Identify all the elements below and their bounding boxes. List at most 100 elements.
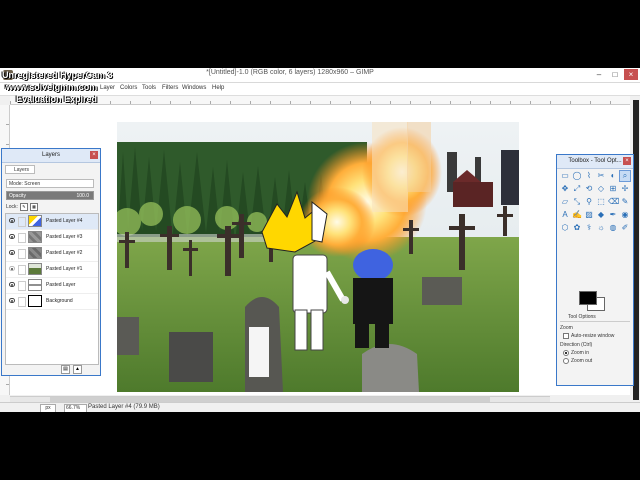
close-button[interactable]: × <box>624 69 638 80</box>
menu-windows[interactable]: Windows <box>182 85 206 91</box>
chain-icon[interactable] <box>18 249 26 259</box>
auto-resize-checkbox[interactable] <box>563 333 569 339</box>
layers-dock: Layers × Layers Mode: Screen Opacity 100… <box>1 148 101 376</box>
chain-icon[interactable] <box>18 217 26 227</box>
color-picker-tool-icon[interactable]: ⚲ <box>584 197 594 207</box>
zoom-out-radio[interactable] <box>563 358 569 364</box>
eraser-tool-icon[interactable]: ⌫ <box>608 197 619 207</box>
smudge-tool-icon[interactable]: ⚕ <box>584 223 594 233</box>
chain-icon[interactable] <box>18 233 26 243</box>
menu-help[interactable]: Help <box>212 85 224 91</box>
watermark-line-2: www.solveigmm.com <box>6 82 98 92</box>
rect-select-tool-icon[interactable]: ▭ <box>560 171 570 181</box>
tab-layers[interactable]: Layers <box>5 165 35 174</box>
layer-mode-select[interactable]: Mode: Screen <box>6 179 94 188</box>
opacity-value: 100.0 <box>76 193 89 199</box>
tab-tool-options[interactable]: Tool Options <box>560 313 630 322</box>
foreground-color-swatch[interactable] <box>579 291 597 305</box>
toolbox-close-icon[interactable]: × <box>623 157 631 165</box>
visibility-eye-icon[interactable] <box>9 282 15 287</box>
menu-tools[interactable]: Tools <box>142 85 156 91</box>
new-layer-icon[interactable]: ▤ <box>61 365 70 374</box>
blend-tool-icon[interactable]: ◆ <box>596 210 606 220</box>
paintbrush-tool-icon[interactable]: ✍ <box>572 210 582 220</box>
visibility-eye-icon[interactable] <box>9 298 15 303</box>
paths-tool-icon[interactable]: ✐ <box>620 223 630 233</box>
direction-heading: Direction (Ctrl) <box>560 342 593 348</box>
zoom-out-option[interactable]: Zoom out <box>563 358 592 364</box>
ink-tool-icon[interactable]: ✒ <box>608 210 618 220</box>
align-tool-icon[interactable]: ⊞ <box>608 184 618 194</box>
menu-layer[interactable]: Layer <box>100 85 115 91</box>
layer-row[interactable]: Pasted Layer #3 <box>6 230 98 246</box>
chain-icon[interactable] <box>18 281 26 291</box>
watermark-line-3: Evaluation Expired <box>16 94 98 104</box>
layer-row[interactable]: Pasted Layer #4 <box>6 214 98 230</box>
zoom-options-heading: Zoom <box>560 325 573 331</box>
layer-row[interactable]: Pasted Layer <box>6 278 98 294</box>
heal-tool-icon[interactable]: ✿ <box>572 223 582 233</box>
free-select-tool-icon[interactable]: ⌇ <box>584 171 594 181</box>
chain-icon[interactable] <box>18 297 26 307</box>
zoom-in-option[interactable]: Zoom in <box>563 350 589 356</box>
shear-tool-icon[interactable]: ◇ <box>596 184 606 194</box>
layer-name: Pasted Layer #1 <box>46 266 83 272</box>
toolbox-title[interactable]: Toolbox - Tool Opt... <box>557 155 633 169</box>
zoom-in-radio[interactable] <box>563 350 569 356</box>
layer-thumbnail <box>28 279 42 291</box>
visibility-eye-icon[interactable] <box>9 266 15 271</box>
chain-icon[interactable] <box>18 265 26 275</box>
scene-artwork <box>117 122 519 392</box>
opacity-slider[interactable]: Opacity 100.0 <box>6 191 94 200</box>
layers-panel-title[interactable]: Layers <box>2 149 100 163</box>
watermark-line-1: Unregistered HyperCam 3 <box>2 70 113 80</box>
lock-alpha-icon[interactable]: ▦ <box>29 203 38 211</box>
measure-tool-icon[interactable]: ⬚ <box>596 197 606 207</box>
toolbox-dock: Toolbox - Tool Opt... × ▭ ◯ ⌇ ✂ ◐ ⌕ ✥ ⤢ … <box>556 154 634 386</box>
foreground-select-tool-icon[interactable]: ◐ <box>608 171 618 181</box>
horizontal-ruler[interactable] <box>10 96 630 105</box>
visibility-eye-icon[interactable] <box>9 218 15 223</box>
layer-name: Pasted Layer #3 <box>46 234 83 240</box>
layers-close-icon[interactable]: × <box>90 151 98 159</box>
clone-tool-icon[interactable]: ⬡ <box>560 223 570 233</box>
ellipse-select-tool-icon[interactable]: ◯ <box>572 171 582 181</box>
perspective-tool-icon[interactable]: ▱ <box>560 197 570 207</box>
layer-row[interactable]: Pasted Layer #1 <box>6 262 98 278</box>
layer-name: Background <box>46 298 73 304</box>
visibility-eye-icon[interactable] <box>9 234 15 239</box>
menu-colors[interactable]: Colors <box>120 85 137 91</box>
unit-select[interactable]: px <box>40 404 56 412</box>
move-tool-icon[interactable]: ✥ <box>560 184 570 194</box>
image-canvas[interactable] <box>10 105 630 395</box>
zoom-in-label: Zoom in <box>571 350 590 356</box>
crop-tool-icon[interactable]: ✢ <box>620 184 630 194</box>
lock-pixels-icon[interactable]: ✎ <box>19 203 28 211</box>
flip-tool-icon[interactable]: ⤡ <box>572 197 582 207</box>
dodge-burn-tool-icon[interactable]: ☼ <box>596 223 606 233</box>
maximize-button[interactable]: □ <box>608 69 622 80</box>
raise-layer-icon[interactable]: ▲ <box>73 365 82 374</box>
layer-name: Pasted Layer #2 <box>46 250 83 256</box>
text-tool-icon[interactable]: A <box>560 210 570 220</box>
minimize-button[interactable]: – <box>592 69 606 80</box>
visibility-eye-icon[interactable] <box>9 250 15 255</box>
lock-row: Lock: ✎ ▦ <box>6 203 38 211</box>
layer-thumbnail <box>28 263 42 275</box>
menu-filters[interactable]: Filters <box>162 85 178 91</box>
pencil-tool-icon[interactable]: ✎ <box>620 197 630 207</box>
scissors-tool-icon[interactable]: ✂ <box>596 171 606 181</box>
layer-thumbnail <box>28 215 42 227</box>
layer-row[interactable]: Pasted Layer #2 <box>6 246 98 262</box>
scale-tool-icon[interactable]: ⤢ <box>572 184 582 194</box>
layer-name: Pasted Layer <box>46 282 76 288</box>
blur-tool-icon[interactable]: ◍ <box>608 223 618 233</box>
airbrush-tool-icon[interactable]: ◉ <box>620 210 630 220</box>
zoom-tool-icon[interactable]: ⌕ <box>619 170 631 182</box>
layer-list: Pasted Layer #4 Pasted Layer #3 Pasted L… <box>5 213 99 365</box>
rotate-tool-icon[interactable]: ⟲ <box>584 184 594 194</box>
zoom-select[interactable]: 66.7% <box>64 404 87 412</box>
layer-row[interactable]: Background <box>6 294 98 310</box>
auto-resize-option[interactable]: Auto-resize window <box>563 333 614 339</box>
bucket-fill-tool-icon[interactable]: ▨ <box>584 210 594 220</box>
